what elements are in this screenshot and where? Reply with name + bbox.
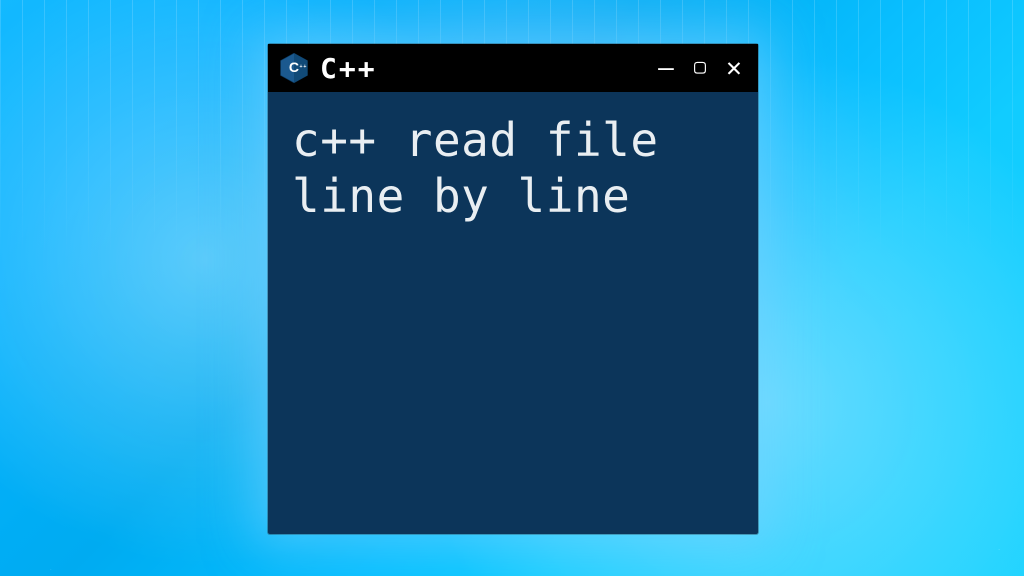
window-controls: — ▢ ✕ <box>654 55 746 81</box>
minimize-button[interactable]: — <box>654 55 678 81</box>
maximize-button[interactable]: ▢ <box>688 56 712 76</box>
cpp-logo-letter: C <box>289 59 299 75</box>
svg-text:+: + <box>300 64 303 70</box>
svg-text:+: + <box>303 64 306 70</box>
close-button[interactable]: ✕ <box>722 55 746 81</box>
cpp-logo-icon: C + + <box>278 52 310 84</box>
window-title: C++ <box>320 52 644 85</box>
titlebar[interactable]: C + + C++ — ▢ ✕ <box>268 44 758 92</box>
terminal-content: c++ read file line by line <box>268 92 758 534</box>
terminal-window: C + + C++ — ▢ ✕ c++ read file line by li… <box>268 44 758 534</box>
